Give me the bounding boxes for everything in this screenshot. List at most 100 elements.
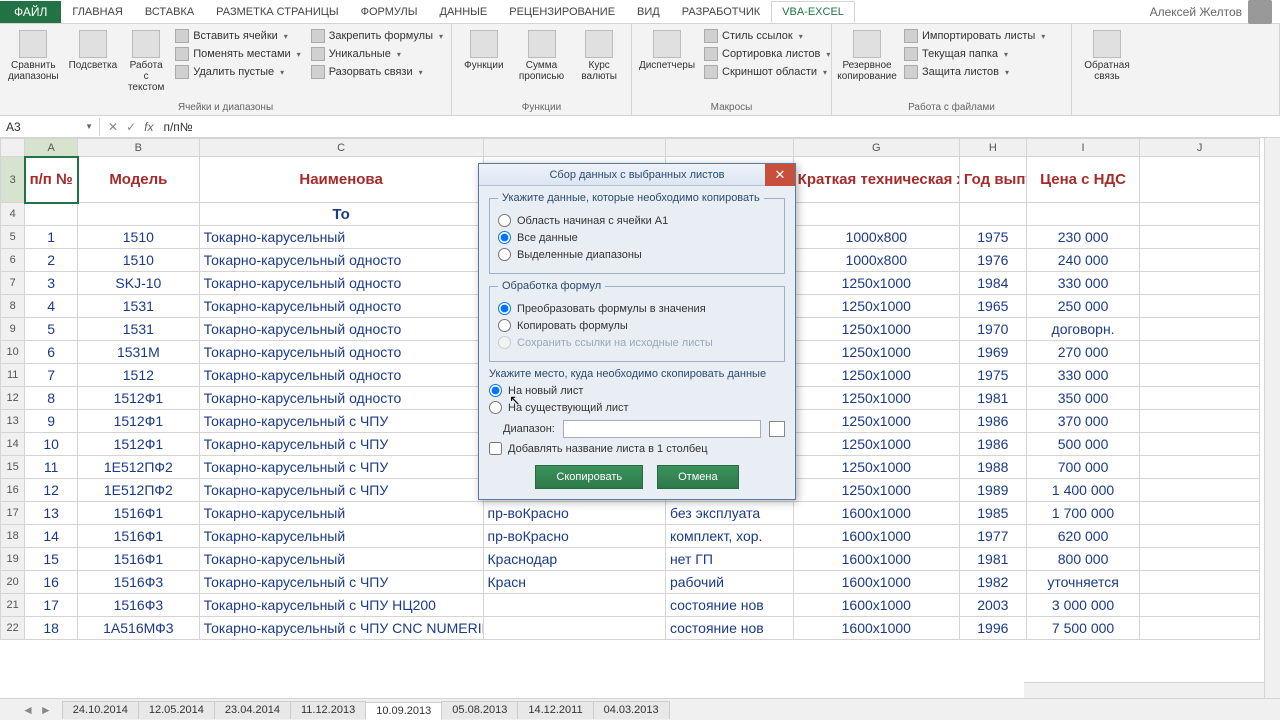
- cell[interactable]: нет ГП: [665, 548, 793, 571]
- cell[interactable]: 1А516МФ3: [78, 617, 200, 640]
- cell[interactable]: Красн: [483, 571, 665, 594]
- cell[interactable]: 1989: [959, 479, 1026, 502]
- sheet-tab[interactable]: 04.03.2013: [593, 701, 670, 719]
- row-header[interactable]: 18: [1, 525, 25, 548]
- range-input[interactable]: [563, 420, 761, 438]
- row-header[interactable]: 9: [1, 318, 25, 341]
- col-header[interactable]: [665, 139, 793, 157]
- cell[interactable]: Год выпуска: [959, 157, 1026, 203]
- sheet-tab[interactable]: 05.08.2013: [441, 701, 518, 719]
- cell[interactable]: 500 000: [1026, 433, 1140, 456]
- cell[interactable]: Токарно-карусельный с ЧПУ: [199, 571, 483, 594]
- cell[interactable]: Токарно-карусельный: [199, 502, 483, 525]
- cell[interactable]: комплект, хор.: [665, 525, 793, 548]
- range-picker-button[interactable]: [769, 421, 785, 437]
- cell[interactable]: 1250x1000: [793, 272, 959, 295]
- ribbon-button[interactable]: Закрепить формулы▾: [309, 28, 445, 44]
- row-header[interactable]: 17: [1, 502, 25, 525]
- file-tab[interactable]: ФАЙЛ: [0, 1, 61, 23]
- cell[interactable]: 1600x1000: [793, 525, 959, 548]
- fx-cancel[interactable]: ✕: [108, 120, 118, 134]
- cell[interactable]: 1965: [959, 295, 1026, 318]
- radio-copy-formulas[interactable]: Копировать формулы: [498, 319, 776, 332]
- name-box[interactable]: A3▼: [0, 118, 100, 136]
- menu-tab[interactable]: ВСТАВКА: [134, 1, 205, 23]
- cell[interactable]: [1140, 318, 1260, 341]
- cell[interactable]: 270 000: [1026, 341, 1140, 364]
- cell[interactable]: 12: [25, 479, 78, 502]
- cell[interactable]: [1140, 525, 1260, 548]
- menu-tab[interactable]: ГЛАВНАЯ: [61, 1, 133, 23]
- cell[interactable]: [1140, 594, 1260, 617]
- cell[interactable]: 1976: [959, 249, 1026, 272]
- cell[interactable]: состояние нов: [665, 594, 793, 617]
- cell[interactable]: [1140, 410, 1260, 433]
- sheet-tab[interactable]: 14.12.2011: [517, 701, 593, 719]
- cell[interactable]: [1140, 548, 1260, 571]
- cell[interactable]: SKJ-10: [78, 272, 200, 295]
- cell[interactable]: пр-воКрасно: [483, 525, 665, 548]
- row-header[interactable]: 19: [1, 548, 25, 571]
- ribbon-button[interactable]: Уникальные▾: [309, 46, 445, 62]
- cell[interactable]: 800 000: [1026, 548, 1140, 571]
- cell[interactable]: Краткая техническая характеристика: [793, 157, 959, 203]
- cell[interactable]: 1981: [959, 387, 1026, 410]
- cell[interactable]: Токарно-карусельный с ЧПУ НЦ200: [199, 594, 483, 617]
- cell[interactable]: Краснодар: [483, 548, 665, 571]
- cell[interactable]: 16: [25, 571, 78, 594]
- cell[interactable]: 1985: [959, 502, 1026, 525]
- col-header[interactable]: H: [959, 139, 1026, 157]
- cell[interactable]: 7 500 000: [1026, 617, 1140, 640]
- ribbon-button[interactable]: Диспетчеры: [638, 28, 696, 73]
- radio-all-data[interactable]: Все данные: [498, 231, 776, 244]
- ribbon-button[interactable]: Сортировка листов▾: [702, 46, 832, 62]
- cell[interactable]: 250 000: [1026, 295, 1140, 318]
- cell[interactable]: [1140, 364, 1260, 387]
- cell[interactable]: 1982: [959, 571, 1026, 594]
- row-header[interactable]: 13: [1, 410, 25, 433]
- cell[interactable]: пр-воКрасно: [483, 502, 665, 525]
- menu-tab[interactable]: ДАННЫЕ: [429, 1, 499, 23]
- cell[interactable]: 350 000: [1026, 387, 1140, 410]
- cell[interactable]: 1510: [78, 249, 200, 272]
- cell[interactable]: 1250x1000: [793, 410, 959, 433]
- cell[interactable]: 1984: [959, 272, 1026, 295]
- cell[interactable]: [1140, 387, 1260, 410]
- col-header[interactable]: C: [199, 139, 483, 157]
- cell[interactable]: 10: [25, 433, 78, 456]
- cell[interactable]: 1516Ф3: [78, 594, 200, 617]
- cell[interactable]: 1600x1000: [793, 617, 959, 640]
- cell[interactable]: [1140, 502, 1260, 525]
- vertical-scrollbar[interactable]: [1264, 138, 1280, 698]
- cell[interactable]: 14: [25, 525, 78, 548]
- cell[interactable]: 1512Ф1: [78, 410, 200, 433]
- menu-tab[interactable]: ФОРМУЛЫ: [350, 1, 429, 23]
- cell[interactable]: 1250x1000: [793, 456, 959, 479]
- cell[interactable]: 1 700 000: [1026, 502, 1140, 525]
- fx-confirm[interactable]: ✓: [126, 120, 136, 134]
- row-header[interactable]: 16: [1, 479, 25, 502]
- cell[interactable]: 1510: [78, 226, 200, 249]
- cell[interactable]: 230 000: [1026, 226, 1140, 249]
- cell[interactable]: 1516Ф1: [78, 502, 200, 525]
- cell[interactable]: 1512Ф1: [78, 387, 200, 410]
- cell[interactable]: 1600x1000: [793, 571, 959, 594]
- cell[interactable]: без эксплуата: [665, 502, 793, 525]
- col-header[interactable]: B: [78, 139, 200, 157]
- cell[interactable]: 1977: [959, 525, 1026, 548]
- cell[interactable]: 1516Ф1: [78, 548, 200, 571]
- menu-tab[interactable]: РЕЦЕНЗИРОВАНИЕ: [498, 1, 626, 23]
- cell[interactable]: [1140, 456, 1260, 479]
- cell[interactable]: рабочий: [665, 571, 793, 594]
- sheet-tab[interactable]: 12.05.2014: [138, 701, 215, 719]
- col-header[interactable]: [483, 139, 665, 157]
- cell[interactable]: [1140, 341, 1260, 364]
- radio-range-from-a1[interactable]: Область начиная с ячейки А1: [498, 214, 776, 227]
- cell[interactable]: То: [199, 203, 483, 226]
- row-header[interactable]: 4: [1, 203, 25, 226]
- cell[interactable]: состояние нов: [665, 617, 793, 640]
- cell[interactable]: 330 000: [1026, 364, 1140, 387]
- cell[interactable]: п/п №: [25, 157, 78, 203]
- col-header[interactable]: A: [25, 139, 78, 157]
- sheet-tab[interactable]: 10.09.2013: [365, 702, 442, 720]
